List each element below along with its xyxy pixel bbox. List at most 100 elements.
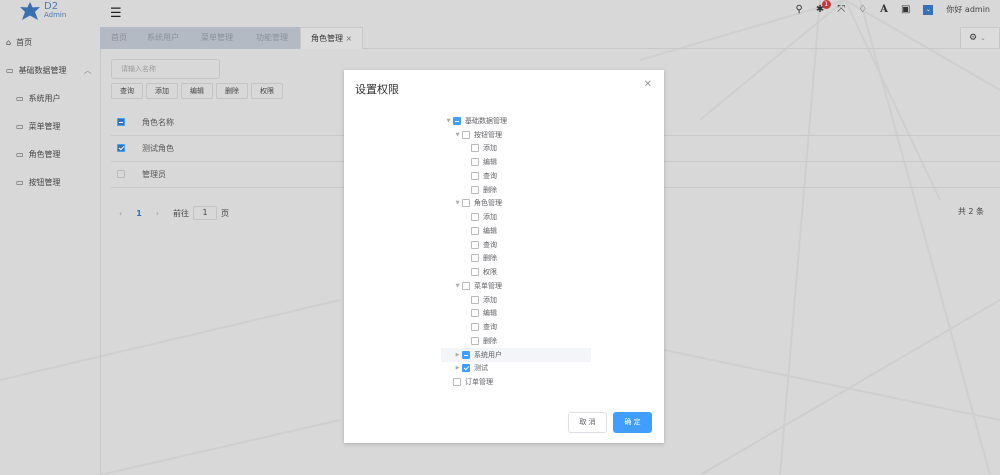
sidebar-item-system-users[interactable]: ▭ 系统用户 (0, 84, 100, 112)
tree-node-checkbox[interactable] (471, 323, 479, 332)
sidebar-item-label: 菜单管理 (28, 121, 61, 131)
chevron-up-icon: ︿ (83, 65, 92, 75)
logo-text: D2 (44, 1, 59, 12)
tree-node-checkbox[interactable] (462, 350, 470, 359)
tree-node-checkbox[interactable] (471, 295, 479, 304)
search-icon[interactable]: ⚲ (795, 4, 802, 15)
row-checkbox[interactable] (117, 169, 125, 178)
caret-right-icon[interactable]: ▶ (453, 352, 462, 358)
sidebar-item-role-management[interactable]: ▭ 角色管理 (0, 140, 100, 168)
cancel-button[interactable]: 取 消 (568, 412, 607, 433)
next-page-icon[interactable]: › (156, 209, 159, 218)
tree-node-label: 查询 (483, 171, 497, 180)
font-size-icon[interactable]: A (880, 4, 888, 15)
tree-node[interactable]: 添加 (441, 210, 591, 224)
diamond-icon[interactable]: ♢ (858, 4, 867, 15)
tree-node[interactable]: 删除 (441, 334, 591, 348)
tab-label: 角色管理 (311, 34, 343, 43)
tree-node-checkbox[interactable] (462, 199, 470, 208)
caret-down-icon[interactable]: ▼ (453, 200, 462, 206)
tree-node-checkbox[interactable] (471, 144, 479, 153)
caret-down-icon[interactable]: ▼ (453, 132, 462, 138)
tab-function-management[interactable]: 功能管理 (256, 27, 288, 49)
tree-node[interactable]: 编辑 (441, 155, 591, 169)
delete-button[interactable]: 删除 (216, 83, 248, 99)
tree-node-label: 添加 (483, 295, 497, 304)
select-all-checkbox[interactable] (117, 117, 125, 126)
tree-node-label: 按钮管理 (474, 130, 502, 139)
tab-home[interactable]: 首页 (111, 27, 127, 49)
tree-node[interactable]: 编辑 (441, 307, 591, 321)
permission-button[interactable]: 权限 (251, 83, 283, 99)
row-checkbox[interactable] (117, 143, 125, 152)
close-icon[interactable]: ✕ (644, 79, 652, 90)
tab-role-management[interactable]: 角色管理 × (300, 27, 364, 49)
bug-icon[interactable]: ✱ 1 (816, 0, 831, 15)
tree-node-label: 删除 (483, 185, 497, 194)
notification-badge: 1 (821, 0, 831, 9)
sidebar-item-menu-management[interactable]: ▭ 菜单管理 (0, 112, 100, 140)
tree-node[interactable]: 权限 (441, 265, 591, 279)
add-button[interactable]: 添加 (146, 83, 178, 99)
confirm-button[interactable]: 确 定 (613, 412, 652, 433)
tree-node-checkbox[interactable] (471, 254, 479, 263)
edit-button[interactable]: 编辑 (181, 83, 213, 99)
tree-node[interactable]: 查询 (441, 169, 591, 183)
tab-bar: 首页 系统用户 菜单管理 功能管理 角色管理 × ⚙ ⌄ (100, 27, 1000, 49)
tree-node[interactable]: 查询 (441, 320, 591, 334)
tree-node-checkbox[interactable] (471, 213, 479, 222)
tree-node-checkbox[interactable] (471, 309, 479, 318)
theme-select-icon[interactable]: ⌄ (923, 4, 934, 15)
tree-node-label: 添加 (483, 213, 497, 222)
search-input[interactable]: 请输入名称 (111, 59, 220, 79)
tree-node[interactable]: ▶ 系统用户 (441, 347, 591, 362)
tree-node-checkbox[interactable] (471, 240, 479, 249)
tree-node[interactable]: 删除 (441, 183, 591, 197)
page-number[interactable]: 1 (136, 209, 142, 218)
tab-menu-management[interactable]: 菜单管理 (201, 27, 233, 49)
logo[interactable]: D2 Admin (20, 2, 66, 20)
tree-node[interactable]: 编辑 (441, 224, 591, 238)
tree-node[interactable]: 添加 (441, 293, 591, 307)
tree-node[interactable]: ▶ 测试 (441, 362, 591, 376)
tree-node-label: 添加 (483, 144, 497, 153)
tree-node[interactable]: 添加 (441, 142, 591, 156)
tree-node-checkbox[interactable] (471, 336, 479, 345)
menu-toggle-icon[interactable]: ☰ (110, 6, 122, 21)
tree-node-checkbox[interactable] (453, 378, 461, 387)
tree-node-checkbox[interactable] (453, 116, 461, 125)
tree-node-checkbox[interactable] (471, 226, 479, 235)
tab-system-users[interactable]: 系统用户 (147, 27, 179, 49)
prev-page-icon[interactable]: ‹ (119, 209, 122, 218)
tree-node-checkbox[interactable] (462, 130, 470, 139)
tree-node[interactable]: 订单管理 (441, 375, 591, 389)
tree-node[interactable]: ▼ 基础数据管理 (441, 114, 591, 128)
fullscreen-icon[interactable]: ⤧ (837, 4, 845, 15)
tree-node-label: 菜单管理 (474, 281, 502, 290)
sidebar-item-button-management[interactable]: ▭ 按钮管理 (0, 168, 100, 196)
tree-node-checkbox[interactable] (462, 281, 470, 290)
tree-node-checkbox[interactable] (471, 185, 479, 194)
tab-settings-button[interactable]: ⚙ ⌄ (960, 27, 1000, 49)
tree-node[interactable]: 删除 (441, 252, 591, 266)
tree-node[interactable]: ▼ 菜单管理 (441, 279, 591, 293)
translate-icon[interactable]: ▣ (901, 4, 910, 15)
query-button[interactable]: 查询 (111, 83, 143, 99)
tree-node[interactable]: 查询 (441, 238, 591, 252)
sidebar-item-home[interactable]: ⌂ 首页 (0, 28, 100, 56)
tree-node-label: 删除 (483, 336, 497, 345)
goto-page-input[interactable]: 1 (192, 206, 217, 220)
tree-node-checkbox[interactable] (471, 171, 479, 180)
close-icon[interactable]: × (346, 34, 353, 43)
caret-down-icon[interactable]: ▼ (453, 283, 462, 289)
tree-node[interactable]: ▼ 角色管理 (441, 197, 591, 211)
caret-down-icon[interactable]: ▼ (444, 118, 453, 124)
caret-right-icon[interactable]: ▶ (453, 365, 462, 371)
tree-node[interactable]: ▼ 按钮管理 (441, 128, 591, 142)
sidebar-item-basic-data[interactable]: ▭ 基础数据管理 ︿ (0, 56, 100, 84)
tree-node-checkbox[interactable] (462, 364, 470, 373)
user-greeting[interactable]: 你好 admin (946, 4, 990, 15)
tree-node-checkbox[interactable] (471, 158, 479, 167)
tree-node-checkbox[interactable] (471, 268, 479, 277)
folder-icon: ▭ (16, 149, 24, 159)
